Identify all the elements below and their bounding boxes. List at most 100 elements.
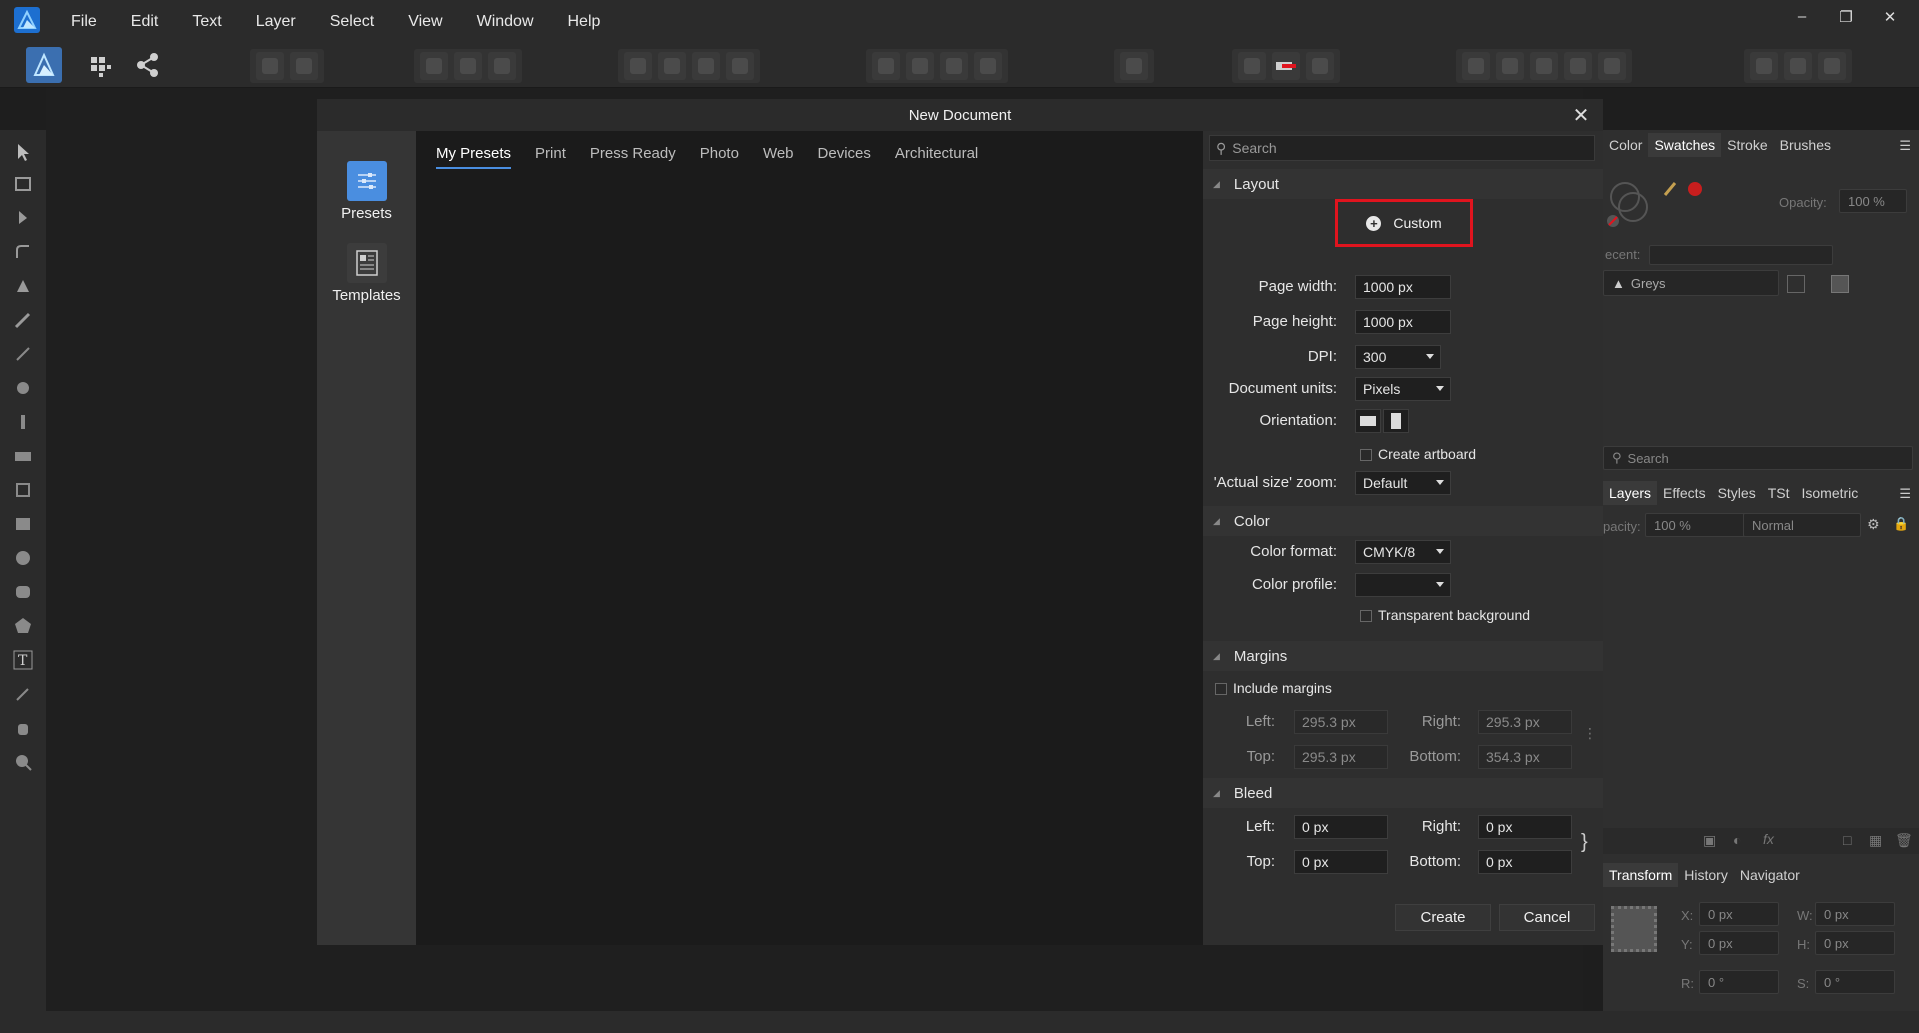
h-field[interactable]: 0 px (1815, 931, 1895, 955)
cancel-button[interactable]: Cancel (1499, 904, 1595, 931)
grid-view-icon[interactable] (1787, 275, 1805, 293)
menu-edit[interactable]: Edit (114, 13, 176, 31)
toolbar-icon[interactable] (1784, 52, 1812, 80)
tab-layers[interactable]: Layers (1603, 481, 1658, 505)
palette-dropdown[interactable]: ▲ Greys (1603, 270, 1779, 296)
corner-tool-icon[interactable] (11, 240, 35, 264)
menu-view[interactable]: View (391, 13, 459, 31)
artboard-tool-icon[interactable] (11, 172, 35, 196)
transparent-background-checkbox[interactable] (1360, 610, 1372, 622)
layout-section-header[interactable]: ◢ Layout (1203, 169, 1603, 199)
toolbar-icon[interactable] (1598, 52, 1626, 80)
menu-window[interactable]: Window (460, 13, 551, 31)
landscape-orientation-button[interactable] (1355, 409, 1381, 433)
menu-layer[interactable]: Layer (239, 13, 313, 31)
place-image-tool-icon[interactable] (11, 444, 35, 468)
toolbar-icon[interactable] (488, 52, 516, 80)
toolbar-icon[interactable] (1306, 52, 1334, 80)
margin-left-field[interactable]: 295.3 px (1294, 710, 1388, 734)
trash-icon[interactable]: 🗑 (1895, 832, 1913, 849)
add-layer-icon[interactable]: □ (1843, 832, 1851, 848)
toolbar-icon[interactable] (1238, 52, 1266, 80)
tab-photo[interactable]: Photo (700, 145, 739, 169)
actual-size-zoom-dropdown[interactable]: Default (1355, 471, 1451, 495)
toolbar-icon[interactable] (940, 52, 968, 80)
minimize-button[interactable]: – (1791, 8, 1813, 26)
node-tool-icon[interactable] (11, 206, 35, 230)
export-persona-button[interactable] (130, 47, 166, 83)
tab-transform[interactable]: Transform (1603, 863, 1679, 887)
toolbar-icon[interactable] (420, 52, 448, 80)
shear-field[interactable]: 0 ° (1815, 970, 1895, 994)
menu-select[interactable]: Select (313, 13, 391, 31)
tab-stroke[interactable]: Stroke (1721, 133, 1773, 157)
include-margins-checkbox[interactable] (1215, 683, 1227, 695)
toolbar-icon[interactable] (290, 52, 318, 80)
tab-devices[interactable]: Devices (818, 145, 871, 169)
group-icon[interactable]: ▦ (1869, 832, 1882, 849)
bleed-left-field[interactable]: 0 px (1294, 815, 1388, 839)
menu-text[interactable]: Text (175, 13, 238, 31)
text-tool-icon[interactable]: T (11, 648, 35, 672)
fx-icon[interactable]: fx (1763, 831, 1774, 847)
tab-isometric[interactable]: Isometric (1795, 481, 1864, 505)
pencil-tool-icon[interactable] (11, 308, 35, 332)
pen-tool-icon[interactable] (11, 274, 35, 298)
toolbar-icon[interactable] (974, 52, 1002, 80)
toolbar-icon[interactable] (872, 52, 900, 80)
link-margins-icon[interactable]: ⋮ (1583, 725, 1597, 742)
create-button[interactable]: Create (1395, 904, 1491, 931)
color-picker-tool-icon[interactable] (11, 682, 35, 706)
page-width-field[interactable]: 1000 px (1355, 275, 1451, 299)
restore-button[interactable]: ❐ (1835, 8, 1857, 26)
toolbar-icon[interactable] (726, 52, 754, 80)
toolbar-icon[interactable] (1496, 52, 1524, 80)
ellipse-tool-icon[interactable] (11, 546, 35, 570)
vector-brush-tool-icon[interactable] (11, 342, 35, 366)
margin-top-field[interactable]: 295.3 px (1294, 745, 1388, 769)
margin-bottom-field[interactable]: 354.3 px (1478, 745, 1572, 769)
bleed-top-field[interactable]: 0 px (1294, 850, 1388, 874)
close-window-button[interactable]: ✕ (1879, 8, 1901, 26)
toolbar-icon[interactable] (692, 52, 720, 80)
toolbar-icon[interactable] (1818, 52, 1846, 80)
lock-icon[interactable]: 🔒 (1893, 516, 1909, 532)
tab-brushes[interactable]: Brushes (1774, 133, 1837, 157)
menu-help[interactable]: Help (551, 13, 618, 31)
tab-architectural[interactable]: Architectural (895, 145, 978, 169)
menu-file[interactable]: File (54, 13, 114, 31)
tab-navigator[interactable]: Navigator (1734, 863, 1806, 887)
transparency-tool-icon[interactable] (11, 410, 35, 434)
toolbar-icon[interactable] (658, 52, 686, 80)
x-field[interactable]: 0 px (1699, 902, 1779, 926)
toolbar-icon[interactable] (624, 52, 652, 80)
toolbar-icon[interactable] (906, 52, 934, 80)
fill-tool-icon[interactable] (11, 376, 35, 400)
tab-web[interactable]: Web (763, 145, 794, 169)
zoom-tool-icon[interactable] (11, 750, 35, 774)
tab-tst[interactable]: TSt (1762, 481, 1796, 505)
y-field[interactable]: 0 px (1699, 931, 1779, 955)
toolbar-icon[interactable] (1462, 52, 1490, 80)
toolbar-icon[interactable] (1120, 52, 1148, 80)
sidebar-item-templates[interactable]: Templates (317, 243, 416, 304)
tab-color[interactable]: Color (1603, 133, 1648, 157)
panel-menu-icon[interactable]: ☰ (1899, 138, 1911, 154)
create-artboard-checkbox[interactable] (1360, 449, 1372, 461)
tab-press-ready[interactable]: Press Ready (590, 145, 676, 169)
portrait-orientation-button[interactable] (1383, 409, 1409, 433)
tab-swatches[interactable]: Swatches (1648, 133, 1722, 157)
tab-effects[interactable]: Effects (1657, 481, 1712, 505)
tab-styles[interactable]: Styles (1712, 481, 1762, 505)
tab-my-presets[interactable]: My Presets (436, 145, 512, 169)
adjustment-icon[interactable]: ◐ (1733, 832, 1741, 848)
move-tool-icon[interactable] (11, 140, 35, 164)
settings-search-input[interactable]: ⚲ Search (1209, 135, 1595, 161)
dialog-close-button[interactable]: ✕ (1569, 103, 1593, 128)
pixel-persona-button[interactable] (82, 47, 118, 83)
studio-search[interactable]: ⚲ Search (1603, 446, 1913, 470)
rotation-field[interactable]: 0 ° (1699, 970, 1779, 994)
rectangle-tool-icon[interactable] (11, 512, 35, 536)
toolbar-icon[interactable] (1750, 52, 1778, 80)
fill-stroke-swatch-icon[interactable] (1605, 175, 1705, 227)
